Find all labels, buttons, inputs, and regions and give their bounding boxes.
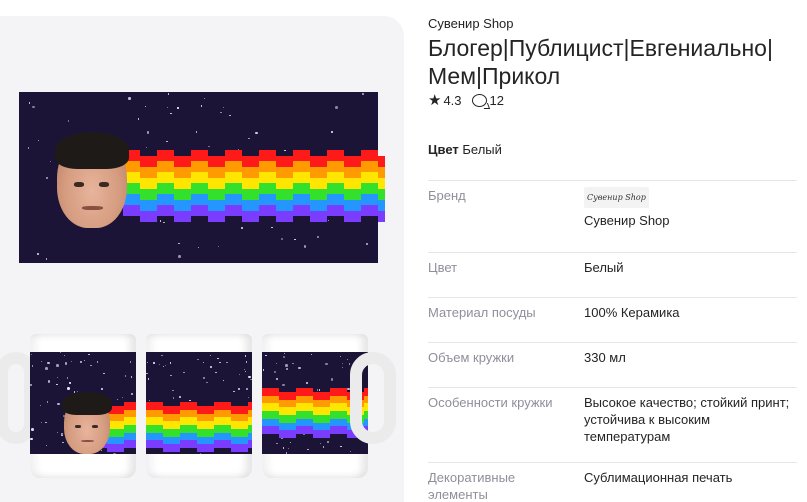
spec-key: Материал посуды bbox=[428, 305, 536, 320]
spec-key: Декоративные элементы bbox=[428, 470, 516, 502]
product-title: Блогер|Публицист|Евгениально| Мем|Прикол bbox=[428, 35, 773, 89]
spec-value: Белый bbox=[584, 260, 624, 275]
color-label: Цвет bbox=[428, 142, 459, 157]
spec-key: Цвет bbox=[428, 260, 458, 275]
spec-row-color: Цвет Белый bbox=[428, 252, 797, 297]
spec-value: 100% Керамика bbox=[584, 305, 680, 320]
spec-row-features: Особенности кружки Высокое качество; сто… bbox=[428, 387, 797, 462]
spec-value: Сувенир Shop Сувенир Shop bbox=[584, 187, 794, 229]
spec-value: Сублимационная печать bbox=[584, 470, 733, 485]
spec-row-material: Материал посуды 100% Керамика bbox=[428, 297, 797, 342]
face-image bbox=[55, 132, 129, 228]
comment-icon bbox=[471, 93, 487, 107]
reviews-count: 12 bbox=[489, 92, 504, 108]
spec-row-volume: Объем кружки 330 мл bbox=[428, 342, 797, 387]
color-value: Белый bbox=[462, 142, 502, 157]
star-icon: ★ bbox=[428, 92, 442, 109]
spec-key: Объем кружки bbox=[428, 350, 515, 365]
shop-link[interactable]: Сувенир Shop bbox=[428, 16, 514, 31]
product-image-gallery[interactable] bbox=[0, 16, 404, 502]
rating-reviews[interactable]: ★ 4.3 12 bbox=[428, 91, 504, 109]
spec-row-brand: Бренд Сувенир Shop Сувенир Shop bbox=[428, 180, 797, 252]
spec-table: Бренд Сувенир Shop Сувенир Shop Цвет Бел… bbox=[428, 180, 797, 502]
mug-print-preview bbox=[19, 92, 385, 263]
spec-row-decor: Декоративные элементы Сублимационная печ… bbox=[428, 462, 797, 502]
rainbow-trail bbox=[123, 150, 385, 222]
spec-value: 330 мл bbox=[584, 350, 626, 365]
spec-value: Высокое качество; стойкий принт; устойчи… bbox=[584, 395, 790, 444]
mug-left-view bbox=[30, 334, 136, 478]
spec-key: Особенности кружки bbox=[428, 395, 553, 410]
mug-handle bbox=[350, 352, 396, 444]
brand-logo: Сувенир Shop bbox=[584, 187, 649, 208]
rating-value: 4.3 bbox=[443, 92, 462, 108]
mug-center-view bbox=[146, 334, 252, 478]
selected-color: Цвет Белый bbox=[428, 142, 502, 157]
brand-name[interactable]: Сувенир Shop bbox=[584, 213, 670, 228]
spec-key: Бренд bbox=[428, 188, 466, 203]
